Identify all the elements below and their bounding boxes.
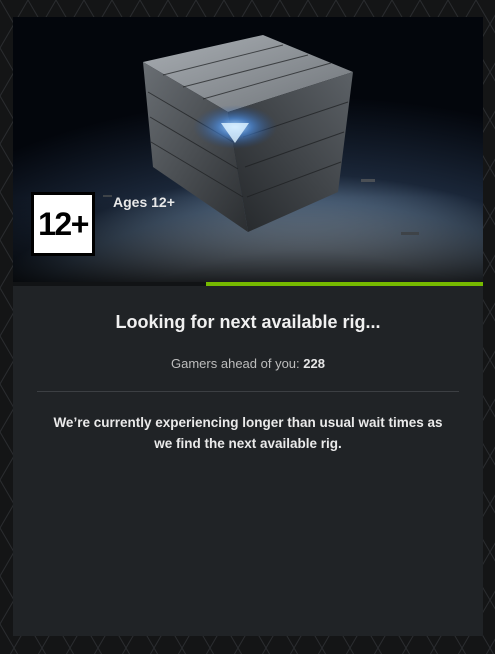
age-rating-badge: 12+ bbox=[31, 192, 95, 256]
queue-title: Looking for next available rig... bbox=[115, 312, 381, 332]
divider bbox=[37, 391, 459, 392]
age-rating-badge-text: 12+ bbox=[34, 195, 92, 253]
queue-position-label: Gamers ahead of you: bbox=[171, 356, 300, 371]
queue-position: Gamers ahead of you: 228 bbox=[13, 356, 483, 371]
queue-status: Looking for next available rig... Gamers… bbox=[13, 286, 483, 454]
queue-card: 12+ Ages 12+ Looking for next available … bbox=[13, 17, 483, 636]
wait-time-message: We’re currently experiencing longer than… bbox=[53, 415, 443, 451]
queue-position-count: 228 bbox=[303, 356, 325, 371]
age-rating-label: Ages 12+ bbox=[113, 194, 175, 210]
